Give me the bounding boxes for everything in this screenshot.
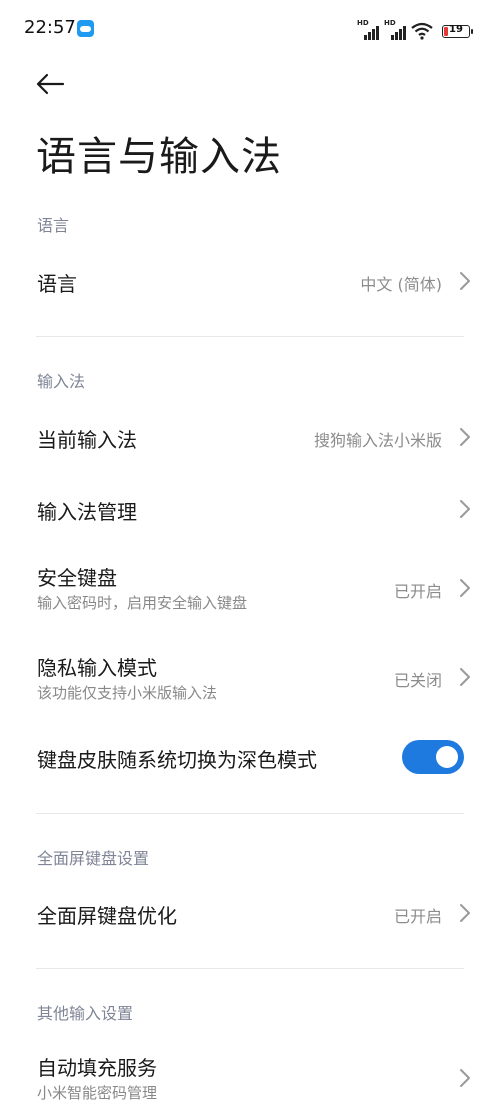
row-title: 隐私输入模式 <box>37 656 157 680</box>
row-value: 已关闭 <box>393 671 442 690</box>
battery-level-text: 19 <box>449 24 463 35</box>
section-header-other-input: 其他输入设置 <box>37 1004 134 1023</box>
row-value: 搜狗输入法小米版 <box>313 431 442 450</box>
chevron-right-icon <box>460 272 470 290</box>
row-input-method-management[interactable]: 输入法管理 <box>0 478 500 540</box>
chevron-right-icon <box>460 904 470 922</box>
row-autofill-service[interactable]: 自动填充服务 小米智能密码管理 <box>0 1040 500 1103</box>
dark-mode-skin-toggle[interactable] <box>402 740 464 774</box>
chevron-right-icon <box>460 500 470 518</box>
chevron-right-icon <box>460 428 470 446</box>
row-subtitle: 该功能仅支持小米版输入法 <box>37 684 218 702</box>
row-title: 自动填充服务 <box>37 1056 157 1080</box>
cellular-signal-icon: HD <box>384 19 406 40</box>
section-divider <box>36 336 464 337</box>
language-input-settings-page: 22:57 HD HD 19 语言与输入法 语言 语言 中文 (简体) 输入法 … <box>0 0 500 1103</box>
status-bar: 22:57 HD HD 19 <box>0 0 500 60</box>
section-header-fullscreen-keyboard: 全面屏键盘设置 <box>37 849 150 868</box>
row-title: 输入法管理 <box>37 500 137 524</box>
row-title: 键盘皮肤随系统切换为深色模式 <box>37 748 317 772</box>
row-language[interactable]: 语言 中文 (简体) <box>0 250 500 312</box>
arrow-left-icon <box>36 73 65 95</box>
chevron-right-icon <box>460 668 470 686</box>
status-icons: HD HD 19 <box>357 19 473 40</box>
row-subtitle: 小米智能密码管理 <box>37 1084 158 1102</box>
section-header-language: 语言 <box>37 216 70 235</box>
cloud-app-icon <box>77 20 94 37</box>
status-time: 22:57 <box>24 17 76 38</box>
row-value: 已开启 <box>393 907 442 926</box>
back-button[interactable] <box>30 64 70 104</box>
row-title: 安全键盘 <box>37 566 117 590</box>
section-divider <box>36 813 464 814</box>
row-title: 语言 <box>37 272 77 296</box>
row-fullscreen-keyboard-optimization[interactable]: 全面屏键盘优化 已开启 <box>0 882 500 944</box>
row-dark-mode-keyboard-skin: 键盘皮肤随系统切换为深色模式 <box>0 728 500 788</box>
row-title: 全面屏键盘优化 <box>37 904 177 928</box>
row-subtitle: 输入密码时，启用安全输入键盘 <box>37 594 248 612</box>
chevron-right-icon <box>460 1069 470 1087</box>
wifi-icon <box>411 22 433 40</box>
cellular-signal-icon: HD <box>357 19 379 40</box>
battery-icon: 19 <box>442 24 473 38</box>
section-divider <box>36 968 464 969</box>
row-value: 已开启 <box>393 582 442 601</box>
row-title: 当前输入法 <box>37 428 137 452</box>
row-current-input-method[interactable]: 当前输入法 搜狗输入法小米版 <box>0 406 500 468</box>
page-title: 语言与输入法 <box>36 134 282 180</box>
chevron-right-icon <box>460 579 470 597</box>
section-header-input-method: 输入法 <box>37 372 86 391</box>
row-private-input-mode[interactable]: 隐私输入模式 该功能仅支持小米版输入法 已关闭 <box>0 640 500 716</box>
row-value: 中文 (简体) <box>360 275 442 294</box>
row-secure-keyboard[interactable]: 安全键盘 输入密码时，启用安全输入键盘 已开启 <box>0 550 500 626</box>
toggle-knob <box>436 746 458 768</box>
